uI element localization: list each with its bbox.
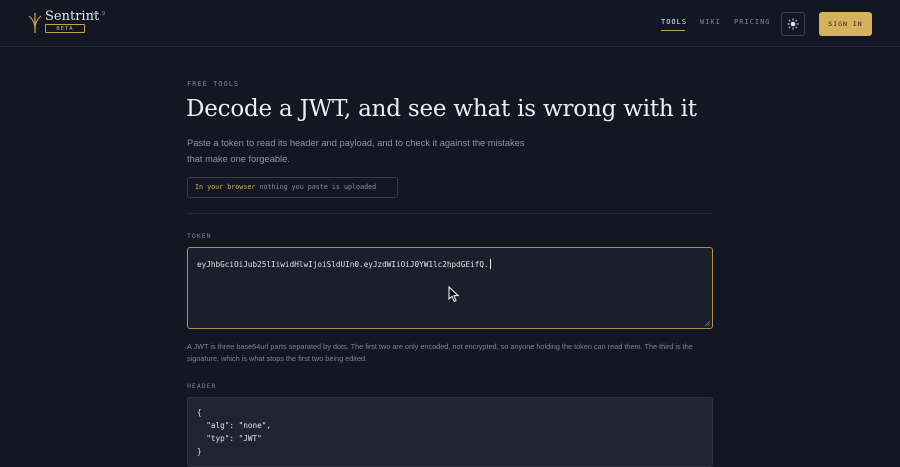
logo-mark-icon xyxy=(28,13,42,33)
mouse-pointer-icon xyxy=(448,286,460,303)
theme-toggle-button[interactable] xyxy=(781,12,805,36)
resize-handle-icon[interactable] xyxy=(704,320,711,327)
nav-link-pricing[interactable]: PRICING xyxy=(734,18,771,26)
code-line: "alg": "none", xyxy=(197,421,272,430)
version-label: v0.9 xyxy=(92,11,106,17)
sun-icon xyxy=(787,18,799,30)
nav-active-indicator xyxy=(661,30,685,31)
code-line: "typ": "JWT" xyxy=(197,434,262,443)
section-eyebrow: FREE TOOLS xyxy=(187,80,240,88)
nav-link-wiki[interactable]: WIKI xyxy=(700,18,721,26)
nav-link-tools[interactable]: TOOLS xyxy=(661,18,687,26)
token-text: eyJhbGciOiJub25lIiwidHlwIjoiSldUIn0.eyJz… xyxy=(197,260,489,269)
token-input-value: eyJhbGciOiJub25lIiwidHlwIjoiSldUIn0.eyJz… xyxy=(197,259,491,269)
beta-badge: BETA xyxy=(45,24,85,33)
privacy-highlight: In your browser xyxy=(195,183,256,191)
token-label: TOKEN xyxy=(187,232,212,240)
sign-in-button[interactable]: SIGN IN xyxy=(819,12,872,36)
text-caret xyxy=(489,259,491,269)
header-label: HEADER xyxy=(187,382,217,390)
privacy-text: nothing you paste is uploaded xyxy=(255,183,377,191)
top-nav: Sentrint v0.9 BETA TOOLS WIKI PRICING SI… xyxy=(0,0,900,47)
page-description: Paste a token to read its header and pay… xyxy=(187,138,525,164)
page-title: Decode a JWT, and see what is wrong with… xyxy=(186,96,697,122)
token-help-text: A JWT is three base64url parts separated… xyxy=(187,342,693,363)
privacy-note: In your browser nothing you paste is upl… xyxy=(187,177,398,198)
code-line: { xyxy=(197,408,202,417)
divider xyxy=(187,213,713,214)
header-json-panel: { "alg": "none", "typ": "JWT" } xyxy=(187,397,713,467)
code-line: } xyxy=(197,447,202,456)
